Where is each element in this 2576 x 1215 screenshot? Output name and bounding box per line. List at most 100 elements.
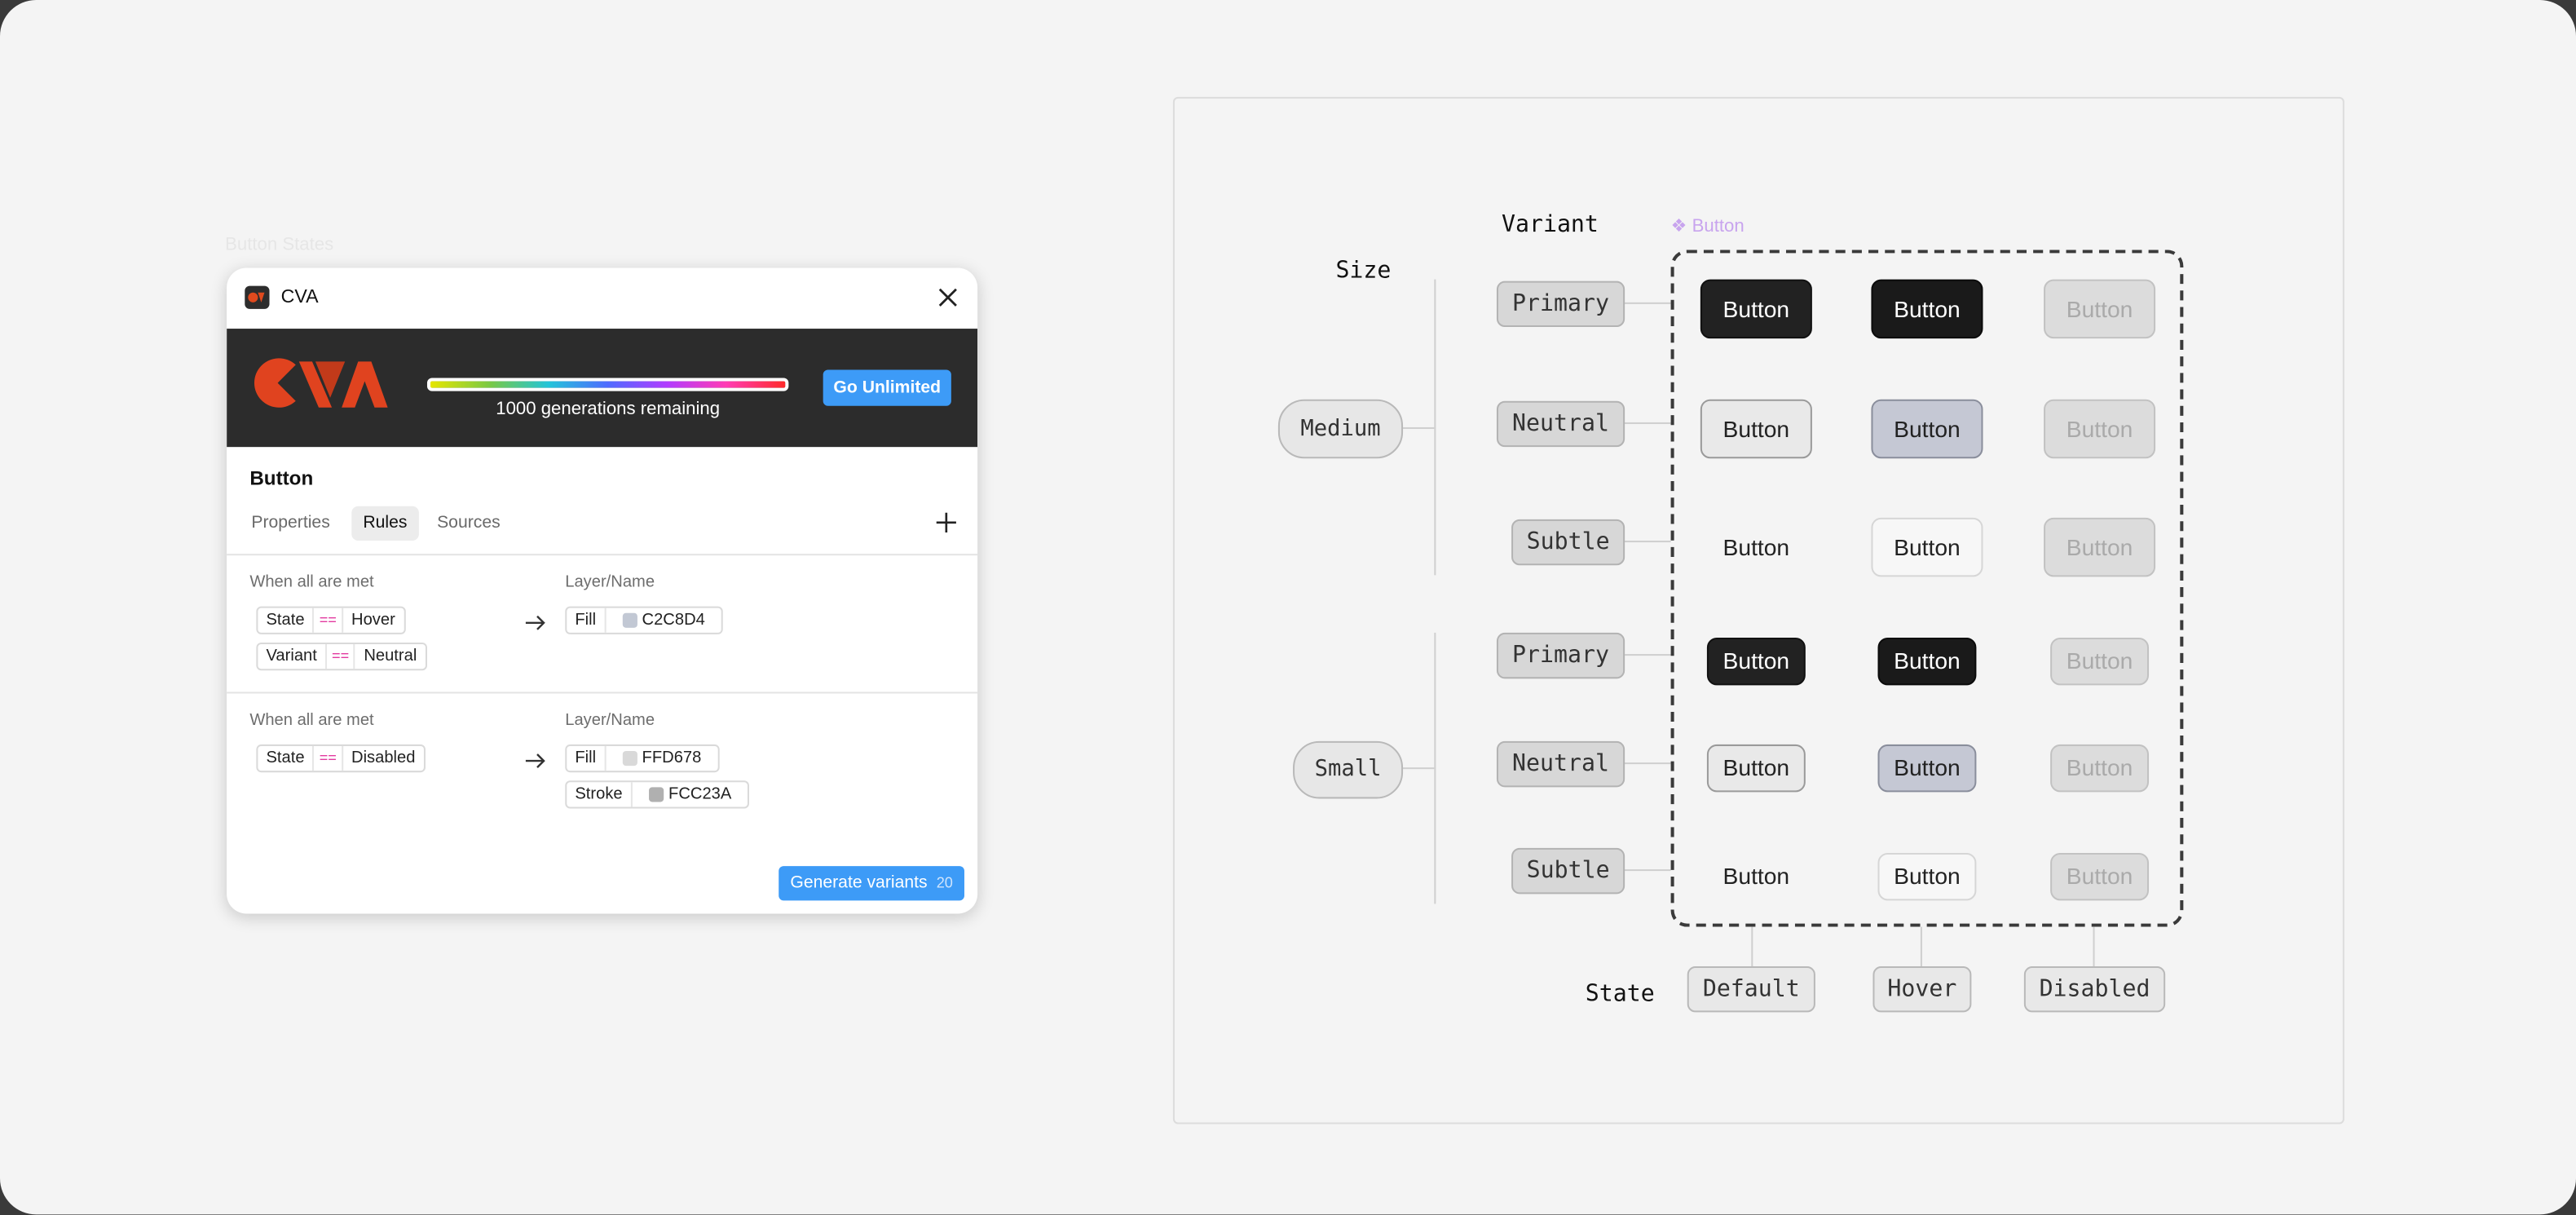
divider [227,691,978,694]
generations-progress-bar [426,378,789,391]
action-type: Fill [575,611,597,630]
variant-button[interactable]: Button [1871,399,1983,459]
size-pill-medium[interactable]: Medium [1277,399,1404,459]
connector-line [1623,422,1671,424]
rule-target-label: Layer/Name [565,711,655,730]
state-axis-title: State [1585,981,1655,1008]
variant-button[interactable]: Button [2044,279,2156,339]
state-tag-disabled[interactable]: Disabled [2023,966,2166,1013]
arrow-right-icon [524,612,547,631]
action-chip[interactable]: Fill C2C8D4 [565,606,724,634]
app-frame: Button States CVA 1000 generations remai [0,0,2576,1215]
connector-line [1623,541,1671,543]
state-tag-hover[interactable]: Hover [1872,966,1972,1013]
color-swatch [648,787,664,802]
action-value: FCC23A [668,785,732,804]
connector-line [1401,426,1435,429]
variant-button[interactable]: Button [1700,399,1812,459]
component-name: Button [249,466,314,490]
action-value-wrap: FFD678 [604,745,717,771]
condition-operator: == [312,745,343,771]
variant-button[interactable]: Button [1707,853,1806,900]
connector-line [1920,926,1922,967]
cva-logo [249,355,390,419]
generate-label: Generate variants [790,873,928,893]
action-value: FFD678 [642,749,702,768]
tab-properties[interactable]: Properties [240,506,342,541]
variant-tag-subtle[interactable]: Subtle [1511,847,1625,895]
variant-button[interactable]: Button [2050,744,2150,793]
action-value: C2C8D4 [642,611,705,630]
variant-button[interactable]: Button [1871,279,1983,339]
variant-button[interactable]: Button [2044,517,2156,577]
variant-tag-neutral[interactable]: Neutral [1496,740,1625,788]
action-chip[interactable]: Stroke FCC23A [565,780,750,809]
upgrade-banner: 1000 generations remaining Go Unlimited [227,329,978,448]
variant-tag-primary[interactable]: Primary [1496,281,1625,328]
connector-line [1434,632,1436,904]
app-icon [245,285,270,309]
divider [227,554,978,556]
condition-operator: == [312,608,343,633]
condition-chip[interactable]: State == Disabled [256,744,426,773]
plugin-panel: CVA 1000 generations remaining Go Unlimi… [227,267,978,914]
variant-button[interactable]: Button [2050,852,2150,901]
variant-tag-subtle[interactable]: Subtle [1511,519,1625,566]
rule-condition-label: When all are met [249,711,374,730]
tab-sources[interactable]: Sources [426,506,512,541]
connector-line [2093,926,2095,967]
variant-button[interactable]: Button [1706,744,1806,793]
size-pill-small[interactable]: Small [1293,740,1404,799]
connector-line [1623,869,1671,872]
variant-button[interactable]: Button [1877,637,1977,686]
connector-line [1623,762,1671,765]
condition-chip[interactable]: State == Hover [256,606,405,634]
frame-label: Button States [225,235,334,255]
generations-remaining: 1000 generations remaining [496,399,721,419]
condition-chip[interactable]: Variant == Neutral [256,642,427,671]
app-title: CVA [280,287,319,307]
connector-line [1623,654,1671,656]
variant-button[interactable]: Button [1700,279,1812,339]
variant-axis-title: Variant [1501,211,1599,239]
condition-operator: == [324,644,356,669]
variant-button[interactable]: Button [1871,517,1983,577]
titlebar: CVA [227,267,978,331]
connector-line [1401,767,1435,770]
add-rule-icon[interactable] [933,510,959,536]
variant-button[interactable]: Button [1877,744,1977,793]
action-value-wrap: C2C8D4 [604,608,721,633]
color-swatch [622,750,637,767]
variant-button[interactable]: Button [1706,637,1806,686]
variant-tag-neutral[interactable]: Neutral [1496,400,1625,448]
generate-count: 20 [936,874,953,891]
go-unlimited-button[interactable]: Go Unlimited [823,369,951,406]
condition-value: Neutral [364,647,417,666]
variant-button[interactable]: Button [2050,637,2150,686]
action-type: Fill [575,749,597,768]
variant-button[interactable]: Button [2044,399,2156,459]
component-set-border [1670,250,2184,927]
close-icon[interactable] [935,285,961,311]
variant-tag-primary[interactable]: Primary [1496,632,1625,679]
variant-button[interactable]: Button [1700,518,1812,577]
condition-value: Disabled [351,749,416,768]
action-chip[interactable]: Fill FFD678 [565,744,720,773]
rule-condition-label: When all are met [249,573,374,592]
action-value-wrap: FCC23A [630,782,748,807]
size-axis-title: Size [1335,258,1392,285]
tab-rules[interactable]: Rules [351,506,419,541]
arrow-right-icon [524,749,547,769]
color-swatch [622,612,637,628]
generate-variants-button[interactable]: Generate variants 20 [779,866,964,901]
connector-line [1623,302,1671,304]
rule-target-label: Layer/Name [565,573,655,592]
condition-prop: State [266,749,305,768]
condition-prop: State [266,611,305,630]
component-set-label: ❖ Button [1670,217,1745,237]
connector-line [1751,926,1753,967]
variant-button[interactable]: Button [1877,852,1977,901]
connector-line [1434,279,1436,576]
state-tag-default[interactable]: Default [1687,966,1815,1013]
condition-prop: Variant [266,647,317,666]
